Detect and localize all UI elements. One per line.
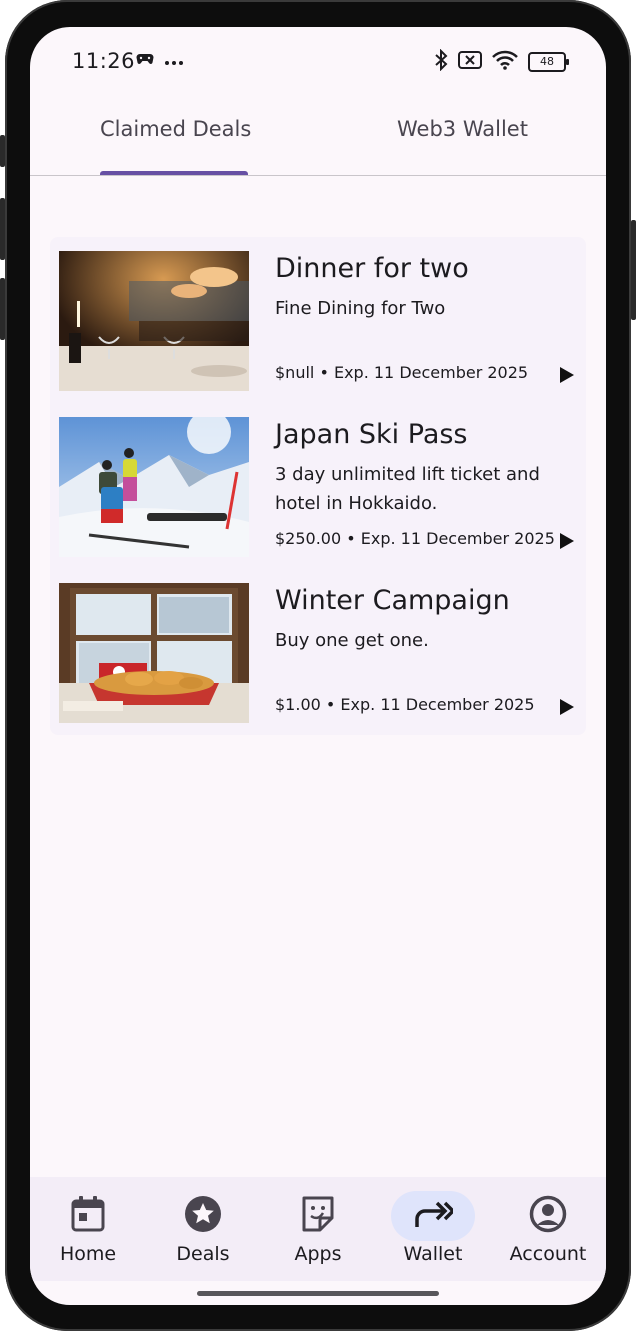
more-dots-icon xyxy=(164,51,184,70)
power-button xyxy=(631,220,636,320)
skiers-on-mountain-photo xyxy=(59,417,249,557)
nav-label: Deals xyxy=(176,1243,230,1265)
deal-title: Dinner for two xyxy=(275,253,469,284)
nav-label: Wallet xyxy=(403,1243,463,1265)
status-bar: 11:26 48 xyxy=(30,27,606,97)
star-circle-icon xyxy=(184,1195,222,1237)
deal-title: Japan Ski Pass xyxy=(275,419,468,450)
deal-price-expiry: $null • Exp. 11 December 2025 xyxy=(275,363,529,382)
nav-deals[interactable]: Deals xyxy=(153,1191,253,1265)
nav-account[interactable]: Account xyxy=(498,1191,598,1265)
nav-home[interactable]: Home xyxy=(38,1191,138,1265)
forward-arrows-icon xyxy=(413,1199,456,1233)
account-circle-icon xyxy=(529,1195,567,1237)
deal-description: 3 day unlimited lift ticket and hotel in… xyxy=(275,464,540,514)
nav-label: Account xyxy=(509,1243,587,1265)
tab-claimed-deals[interactable]: Claimed Deals xyxy=(100,117,251,141)
active-nav-pill xyxy=(391,1191,475,1241)
side-button xyxy=(0,135,5,167)
deal-price-expiry: $1.00 • Exp. 11 December 2025 xyxy=(275,695,535,714)
nav-label: Apps xyxy=(294,1243,342,1265)
list-item[interactable]: Winter Campaign Buy one get one. $1.00 •… xyxy=(50,569,586,735)
tab-web3-wallet[interactable]: Web3 Wallet xyxy=(397,117,528,141)
restaurant-dining-photo xyxy=(59,251,249,391)
deal-description: Fine Dining for Two xyxy=(275,298,446,319)
list-item[interactable]: Japan Ski Pass 3 day unlimited lift tick… xyxy=(50,403,586,569)
bluetooth-icon xyxy=(434,48,448,75)
play-arrow-icon[interactable] xyxy=(556,531,576,551)
app-screen: 11:26 48 Claimed Deals Web3 Wallet Dinne… xyxy=(30,27,606,1305)
side-button xyxy=(0,278,5,340)
nav-wallet[interactable]: Wallet xyxy=(383,1191,483,1265)
list-item[interactable]: Dinner for two Fine Dining for Two $null… xyxy=(50,237,586,403)
home-gesture-bar[interactable] xyxy=(197,1291,439,1296)
calendar-icon xyxy=(70,1195,106,1237)
deal-description: Buy one get one. xyxy=(275,630,429,651)
game-controller-icon xyxy=(136,51,154,70)
no-sim-icon xyxy=(458,51,482,73)
active-tab-indicator xyxy=(100,171,248,175)
status-time: 11:26 xyxy=(72,49,136,73)
bottom-navigation-bar: Home Deals Apps Wallet Account xyxy=(30,1177,606,1281)
fried-food-basket-photo xyxy=(59,583,249,723)
deal-price-expiry: $250.00 • Exp. 11 December 2025 xyxy=(275,529,555,548)
nav-label: Home xyxy=(59,1243,117,1265)
nav-apps[interactable]: Apps xyxy=(268,1191,368,1265)
sticker-icon xyxy=(300,1195,336,1237)
claimed-deals-list: Dinner for two Fine Dining for Two $null… xyxy=(50,237,586,735)
play-arrow-icon[interactable] xyxy=(556,365,576,385)
tab-bar: Claimed Deals Web3 Wallet xyxy=(30,97,606,176)
side-button xyxy=(0,198,5,260)
play-arrow-icon[interactable] xyxy=(556,697,576,717)
battery-indicator: 48 xyxy=(528,52,569,72)
wifi-icon xyxy=(492,50,518,74)
deal-title: Winter Campaign xyxy=(275,585,510,616)
